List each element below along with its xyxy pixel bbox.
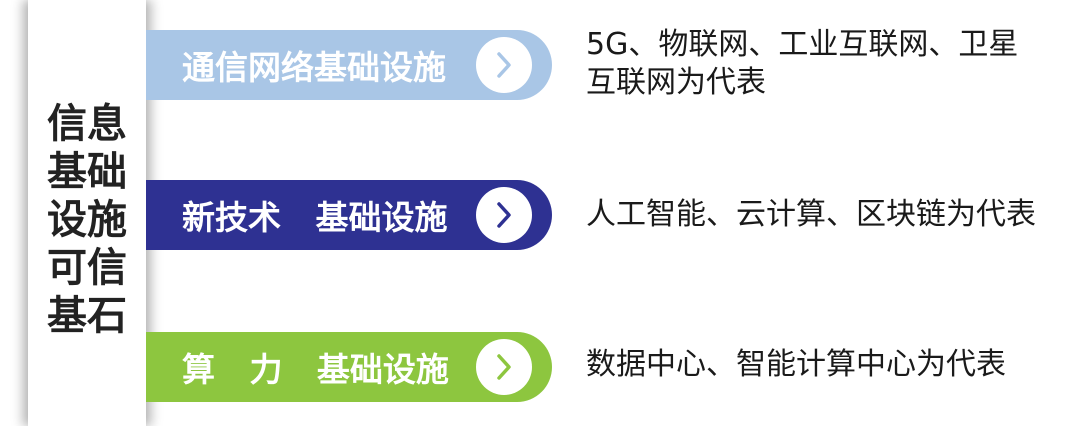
chevron-right-icon — [476, 37, 532, 93]
description-new-technology: 人工智能、云计算、区块链为代表 — [586, 196, 1036, 234]
side-title-line: 信息 — [47, 101, 127, 147]
description-line: 人工智能、云计算、区块链为代表 — [586, 197, 1036, 232]
description-communication-network: 5G、物联网、工业互联网、卫星 互联网为代表 — [586, 26, 1018, 102]
description-line: 5G、物联网、工业互联网、卫星 — [586, 27, 1019, 62]
description-computing-power: 数据中心、智能计算中心为代表 — [586, 346, 1006, 384]
bar-computing-power: 算 力 基础设施 — [146, 332, 552, 402]
side-title-line: 可信 — [47, 245, 127, 291]
chevron-right-icon — [476, 187, 532, 243]
chevron-right-icon — [476, 339, 532, 395]
description-line: 数据中心、智能计算中心为代表 — [586, 347, 1006, 382]
bar-communication-network: 通信网络基础设施 — [146, 30, 552, 100]
bar-label: 新技术 基础设施 — [182, 198, 448, 237]
side-title-line: 设施 — [47, 197, 127, 243]
side-title: 信息 基础 设施 可信 基石 — [28, 100, 146, 340]
side-title-line: 基石 — [47, 293, 127, 339]
bar-label: 通信网络基础设施 — [182, 48, 446, 87]
bar-new-technology: 新技术 基础设施 — [146, 180, 552, 250]
infrastructure-diagram: 信息 基础 设施 可信 基石 通信网络基础设施 5G、物联网、工业互联网、卫星 … — [0, 0, 1080, 426]
bar-label: 算 力 基础设施 — [182, 350, 449, 389]
side-title-line: 基础 — [47, 149, 127, 195]
description-line: 互联网为代表 — [586, 65, 766, 100]
